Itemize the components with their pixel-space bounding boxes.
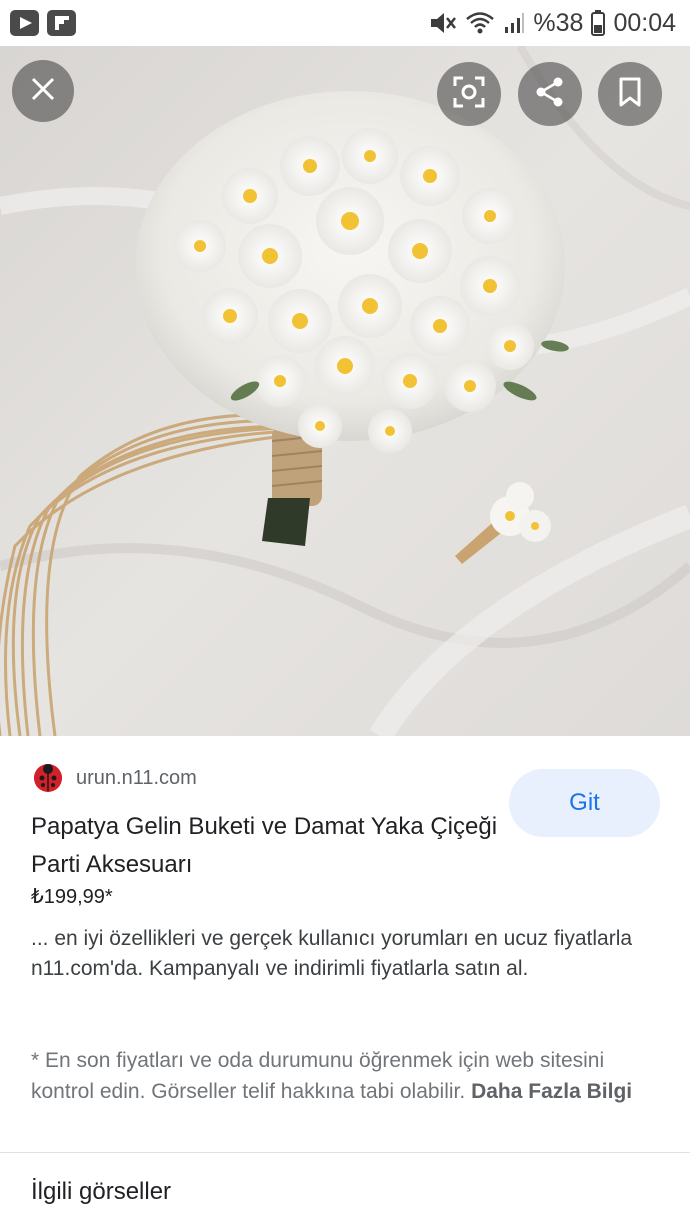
bookmark-icon	[618, 77, 642, 112]
close-icon	[30, 76, 56, 107]
divider	[0, 1152, 690, 1153]
signal-icon	[503, 11, 525, 35]
result-price: ₺199,99*	[31, 886, 113, 908]
lens-icon	[452, 75, 486, 114]
result-image[interactable]	[0, 46, 690, 736]
price-disclaimer: * En son fiyatları ve oda durumunu öğren…	[31, 1045, 651, 1107]
battery-text: %38	[533, 8, 584, 37]
result-title[interactable]: Papatya Gelin Buketi ve Damat Yaka Çiçeğ…	[31, 808, 501, 884]
clock: 00:04	[613, 8, 676, 37]
lens-button[interactable]	[437, 62, 501, 126]
share-button[interactable]	[518, 62, 582, 126]
battery-icon	[591, 10, 606, 36]
result-description: ... en iyi özellikleri ve gerçek kullanı…	[31, 927, 633, 980]
source-domain[interactable]: urun.n11.com	[76, 767, 197, 790]
status-bar: %38 00:04	[0, 0, 690, 46]
wifi-icon	[465, 10, 495, 36]
source-row[interactable]: urun.n11.com	[34, 764, 197, 792]
youtube-icon	[10, 10, 39, 36]
more-info-link[interactable]: Daha Fazla Bilgi	[471, 1080, 632, 1103]
related-images-heading: İlgili görseller	[31, 1178, 172, 1205]
visit-button[interactable]: Git	[509, 769, 660, 837]
close-button[interactable]	[12, 60, 74, 122]
save-button[interactable]	[598, 62, 662, 126]
flipboard-icon	[47, 10, 76, 36]
n11-favicon	[34, 764, 62, 792]
mute-icon	[429, 10, 457, 36]
bouquet-photo	[0, 46, 690, 736]
share-icon	[534, 76, 566, 113]
